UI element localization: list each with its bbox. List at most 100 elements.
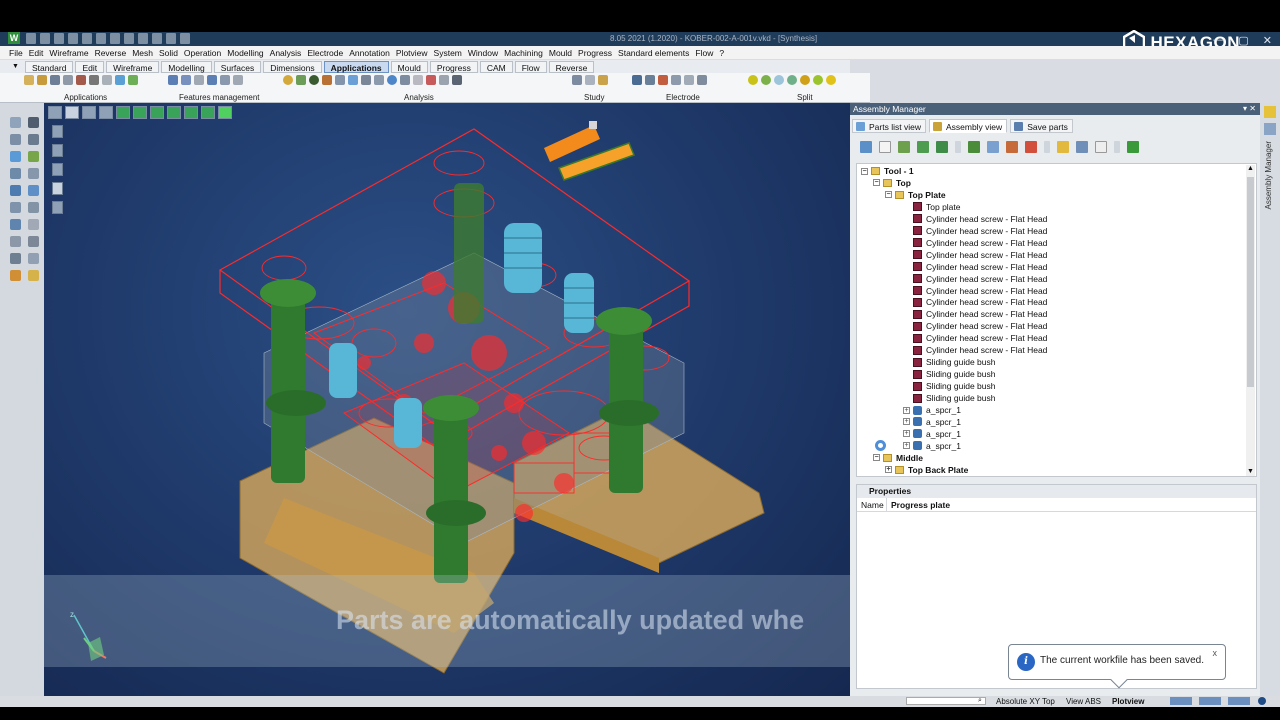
tree-node[interactable]: Cylinder head screw - Flat Head: [903, 308, 1047, 320]
tab-cam[interactable]: CAM: [479, 60, 513, 73]
project-icon[interactable]: [28, 236, 39, 247]
curvature-icon[interactable]: [439, 75, 449, 85]
word-export-icon[interactable]: [1095, 141, 1107, 153]
tab-standard[interactable]: Standard: [24, 60, 74, 73]
electrode-spark-icon[interactable]: [658, 75, 668, 85]
menu-progress[interactable]: Progress: [578, 48, 612, 58]
menu-wireframe[interactable]: Wireframe: [49, 48, 88, 58]
ribbon-collapse-icon[interactable]: ▼: [12, 63, 19, 70]
split-green-icon[interactable]: [761, 75, 771, 85]
app-logo-icon[interactable]: W: [8, 32, 20, 44]
element-icon[interactable]: [115, 75, 125, 85]
scroll-thumb[interactable]: [1247, 177, 1254, 387]
print-icon[interactable]: [82, 33, 92, 44]
tab-wireframe[interactable]: Wireframe: [106, 60, 160, 73]
tab-reverse[interactable]: Reverse: [548, 60, 595, 73]
replace-icon[interactable]: [1006, 141, 1018, 153]
insert-part-icon[interactable]: [898, 141, 910, 153]
electrode-list-icon[interactable]: [671, 75, 681, 85]
tree-node[interactable]: − Middle: [873, 452, 923, 464]
tab-surfaces[interactable]: Surfaces: [213, 60, 262, 73]
ball-icon[interactable]: [309, 75, 319, 85]
am-tab-save-parts[interactable]: Save parts: [1010, 119, 1073, 133]
tree-node[interactable]: + a_spcr_1: [903, 416, 961, 428]
refresh-tree-icon[interactable]: [860, 141, 872, 153]
menu-edit[interactable]: Edit: [29, 48, 44, 58]
collapse-icon[interactable]: −: [885, 191, 892, 199]
menu-modelling[interactable]: Modelling: [227, 48, 263, 58]
green-check-icon[interactable]: [28, 151, 39, 162]
electrode-settings-icon[interactable]: [697, 75, 707, 85]
assembly-manager-side-tab[interactable]: Assembly Manager: [1264, 141, 1273, 209]
menu-system[interactable]: System: [434, 48, 462, 58]
mould-icon[interactable]: [37, 75, 47, 85]
electrode-holder-icon[interactable]: [645, 75, 655, 85]
collapse-icon[interactable]: −: [861, 167, 868, 175]
tree-node[interactable]: Cylinder head screw - Flat Head: [903, 320, 1047, 332]
select-icon[interactable]: [10, 117, 21, 128]
expand-icon[interactable]: +: [903, 418, 910, 426]
catalog-icon[interactable]: [102, 75, 112, 85]
feature-icon[interactable]: [168, 75, 178, 85]
tab-dimensions[interactable]: Dimensions: [263, 60, 322, 73]
tree-node[interactable]: + a_spcr_1: [903, 440, 961, 452]
new-file-icon[interactable]: [26, 33, 36, 44]
tool-icon[interactable]: [24, 75, 34, 85]
search-icon[interactable]: ⌕: [978, 697, 982, 705]
measure-tool-icon[interactable]: [10, 270, 21, 281]
scroll-up-icon[interactable]: ▲: [1246, 165, 1255, 174]
copy-part-icon[interactable]: [1076, 141, 1088, 153]
sphere-icon[interactable]: [283, 75, 293, 85]
find-icon[interactable]: [987, 141, 999, 153]
expand-icon[interactable]: +: [903, 430, 910, 438]
insert-assembly-icon[interactable]: [917, 141, 929, 153]
tree-scrollbar[interactable]: ▲ ▼: [1246, 165, 1255, 476]
tree-node[interactable]: + a_spcr_1: [903, 404, 961, 416]
menu-mesh[interactable]: Mesh: [132, 48, 153, 58]
undo-icon[interactable]: [152, 33, 162, 44]
feature-copy-icon[interactable]: [194, 75, 204, 85]
edit-icon[interactable]: [1057, 141, 1069, 153]
tree-node[interactable]: Top plate: [903, 201, 961, 213]
property-value[interactable]: Progress plate: [887, 498, 950, 511]
open-file-icon[interactable]: [40, 33, 50, 44]
menu-standard-elements[interactable]: Standard elements: [618, 48, 689, 58]
status-globe-icon[interactable]: [1258, 697, 1266, 705]
menu-flow[interactable]: Flow: [695, 48, 713, 58]
menu-annotation[interactable]: Annotation: [349, 48, 390, 58]
hatch-icon[interactable]: [28, 270, 39, 281]
new-document-icon[interactable]: [879, 141, 891, 153]
status-view-mode[interactable]: Absolute XY Top: [996, 697, 1055, 706]
expand-icon[interactable]: +: [903, 406, 910, 414]
cube-icon[interactable]: [296, 75, 306, 85]
arc-icon[interactable]: [10, 168, 21, 179]
panel-header-buttons[interactable]: ▾ ✕: [1243, 103, 1256, 115]
structure-icon[interactable]: [968, 141, 980, 153]
menu-analysis[interactable]: Analysis: [270, 48, 302, 58]
save-icon[interactable]: [54, 33, 64, 44]
component-icon[interactable]: [76, 75, 86, 85]
menu-help[interactable]: ?: [719, 48, 724, 58]
feature-delete-icon[interactable]: [233, 75, 243, 85]
validate-check-icon[interactable]: [1127, 141, 1139, 153]
collapse-icon[interactable]: −: [873, 179, 880, 187]
tab-edit[interactable]: Edit: [75, 60, 105, 73]
section-icon[interactable]: [374, 75, 384, 85]
feature-edit-icon[interactable]: [181, 75, 191, 85]
extend-icon[interactable]: [28, 185, 39, 196]
copy-icon[interactable]: [110, 33, 120, 44]
menu-solid[interactable]: Solid: [159, 48, 178, 58]
plate-icon[interactable]: [63, 75, 73, 85]
tab-applications[interactable]: Applications: [323, 60, 389, 73]
tab-mould[interactable]: Mould: [390, 60, 428, 73]
tree-node[interactable]: Cylinder head screw - Flat Head: [903, 261, 1047, 273]
assembly-tree[interactable]: ▲ ▼ − Tool - 1− Top − Top Plate Top plate Cyli…: [856, 163, 1257, 477]
tree-node[interactable]: Cylinder head screw - Flat Head: [903, 213, 1047, 225]
3d-viewport[interactable]: z Parts are automatically updated whe: [44, 103, 850, 696]
menu-machining[interactable]: Machining: [504, 48, 543, 58]
fillet-icon[interactable]: [28, 253, 39, 264]
am-tab-assembly-view[interactable]: Assembly view: [928, 119, 1008, 133]
line-icon[interactable]: [10, 134, 21, 145]
collision-icon[interactable]: [387, 75, 397, 85]
interference-icon[interactable]: [426, 75, 436, 85]
